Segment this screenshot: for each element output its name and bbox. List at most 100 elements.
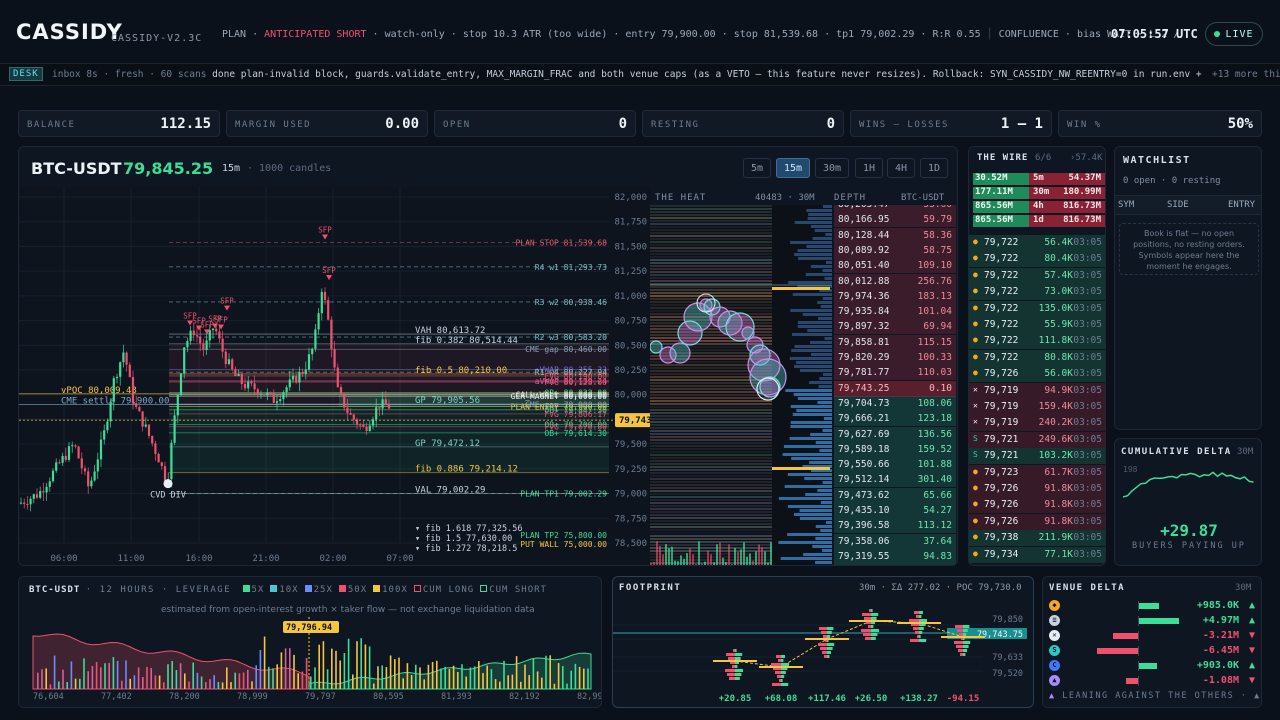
order-book-row[interactable]: 80,051.40 109.10	[834, 258, 956, 274]
timeframe-button-4H[interactable]: 4H	[887, 158, 915, 178]
venue-row[interactable]: ◆ +985.0K ▲	[1043, 599, 1261, 613]
wire-trade-row[interactable]: ● 79,734 77.1K 03:05	[969, 546, 1105, 563]
footprint-chart[interactable]: 79,850 79,743.75 79,633 79,520 +20.85 +68.08 +…	[613, 597, 1034, 708]
order-book-row[interactable]: 79,473.62 65.66	[834, 487, 956, 504]
col-side[interactable]: SIDE	[1167, 200, 1189, 210]
timeframe-button-1D[interactable]: 1D	[920, 158, 948, 178]
depth-title: DEPTH	[834, 193, 867, 203]
order-book-row[interactable]: 79,858.81 115.15	[834, 334, 956, 351]
liquidation-chart[interactable]: 79,796.94 76,604 77,402 78,200 78,999 79,797 8…	[19, 617, 602, 708]
wire-price: 79,719	[984, 401, 1019, 412]
wire-trade-row[interactable]: ✕ 79,719 240.2K 03:05	[969, 415, 1105, 432]
order-book-row[interactable]: 80,089.92 58.75	[834, 242, 956, 259]
liq-legend-item[interactable]: CUM LONG	[413, 585, 474, 595]
col-sym[interactable]: SYM	[1118, 200, 1134, 210]
venue-row[interactable]: ≡ +4.97M ▲	[1043, 614, 1261, 628]
liq-bar	[53, 655, 56, 689]
wire-trade-row[interactable]: ● 79,738 211.9K 03:05	[969, 530, 1105, 547]
wire-trade-row[interactable]: ● 79,722 56.4K 03:05	[969, 235, 1105, 251]
order-book-row[interactable]: 80,166.95 59.79	[834, 212, 956, 228]
order-book-row[interactable]: 79,512.14 301.40	[834, 472, 956, 488]
wire-trade-row[interactable]: ● 79,722 55.9K 03:05	[969, 317, 1105, 333]
timeframe-button-1H[interactable]: 1H	[855, 158, 883, 178]
liq-bar	[100, 667, 102, 689]
wire-trade-row[interactable]: ● 79,722 73.0K 03:05	[969, 284, 1105, 301]
order-book-row[interactable]: 79,589.18 159.52	[834, 441, 956, 458]
wire-trade-row[interactable]: ✕ 79,719 159.4K 03:05	[969, 399, 1105, 415]
sfp-label: SFP	[214, 315, 228, 324]
candlestick-chart[interactable]: 82,000 81,750 81,500 81,250 81,000 80,750 80,5…	[19, 187, 651, 566]
liq-legend-item[interactable]: 25X	[304, 585, 333, 595]
footprint-candle[interactable]	[713, 649, 757, 680]
wire-trade-row[interactable]: ● 79,722 80.4K 03:05	[969, 251, 1105, 268]
liq-bar	[238, 673, 241, 689]
timeframe-button-30m[interactable]: 30m	[815, 158, 849, 178]
liq-bar	[226, 667, 228, 689]
order-book-row[interactable]: 79,743.25 0.10	[834, 380, 956, 397]
watchlist-panel: WATCHLIST 0 open · 0 resting SYM SIDE EN…	[1114, 146, 1262, 430]
order-book-row[interactable]: 79,319.55 94.83	[834, 548, 956, 565]
venue-row[interactable]: ▲ -1.08M ▼	[1043, 674, 1261, 688]
order-book-row[interactable]: 79,627.69 136.56	[834, 426, 956, 443]
live-button[interactable]: LIVE	[1205, 22, 1263, 46]
wire-trade-row[interactable]: ● 79,722 135.0K 03:05	[969, 300, 1105, 317]
wire-trade-row[interactable]: ● 79,726 56.0K 03:05	[969, 366, 1105, 383]
desk-tag[interactable]: DESK	[9, 67, 43, 81]
wire-trade-row[interactable]: ✕ 79,719 94.9K 03:05	[969, 382, 1105, 399]
heatmap[interactable]	[650, 205, 832, 566]
footprint-candle[interactable]	[805, 627, 849, 658]
wire-trade-row[interactable]: ● 79,722 111.8K 03:05	[969, 333, 1105, 350]
wire-trade-row[interactable]: ● 79,722 57.4K 03:05	[969, 267, 1105, 284]
order-book-row[interactable]: 80,128.44 58.36	[834, 227, 956, 244]
venue-zero-line	[1138, 631, 1139, 641]
liq-bar	[574, 663, 577, 689]
timeframe-button-5m[interactable]: 5m	[743, 158, 771, 178]
wire-filter[interactable]: ›57.4K	[1070, 153, 1103, 163]
liq-legend-item[interactable]: 5X	[242, 585, 265, 595]
order-book-row[interactable]: 79,820.29 100.33	[834, 350, 956, 366]
wire-trade-row[interactable]: S 79,721 249.6K 03:05	[969, 431, 1105, 448]
order-book-row[interactable]: 79,396.58 113.12	[834, 518, 956, 534]
order-book-row[interactable]: 79,358.06 37.64	[834, 533, 956, 550]
arrow-up-icon: ▲	[1248, 615, 1255, 626]
wire-trade-row[interactable]: ● 79,726 91.8K 03:05	[969, 481, 1105, 497]
candle	[327, 296, 330, 321]
order-book-row[interactable]: 79,550.66 101.88	[834, 457, 956, 473]
book-size: 183.13	[917, 290, 952, 302]
wire-trade-row[interactable]: ● 79,726 91.8K 03:05	[969, 497, 1105, 514]
order-book-row[interactable]: 79,435.10 54.27	[834, 503, 956, 519]
liq-bar	[108, 662, 110, 689]
order-book-row[interactable]: 79,974.36 183.13	[834, 288, 956, 305]
order-book-row[interactable]: 79,704.73 108.06	[834, 395, 956, 412]
order-book-row[interactable]: 79,935.84 101.04	[834, 304, 956, 320]
liq-bar	[515, 656, 518, 689]
order-book-row[interactable]: 79,897.32 69.94	[834, 319, 956, 335]
venue-row[interactable]: ✕ -3.21M ▼	[1043, 629, 1261, 643]
wire-interval: 1d	[1033, 215, 1044, 225]
venue-row[interactable]: S -6.45M ▼	[1043, 644, 1261, 658]
liq-bar	[557, 663, 560, 689]
liq-legend-item[interactable]: 10X	[270, 585, 298, 595]
arrow-down-icon: ▼	[1248, 645, 1255, 656]
wire-trade-row[interactable]: S 79,721 103.2K 03:05	[969, 448, 1105, 465]
order-book-row[interactable]: 80,012.88 256.76	[834, 273, 956, 290]
ticker-more[interactable]: +13 more thi	[1208, 69, 1280, 80]
order-book-row[interactable]: 79,281.0382.29	[834, 564, 956, 565]
liq-legend-item[interactable]: 100X	[373, 585, 408, 595]
liq-legend-item[interactable]: 50X	[338, 585, 367, 595]
venue-row[interactable]: C +903.0K ▲	[1043, 659, 1261, 673]
liq-bar	[41, 669, 43, 689]
order-book-row[interactable]: 79,666.21 123.18	[834, 411, 956, 427]
order-book-row[interactable]: 79,781.77 110.03	[834, 365, 956, 381]
liq-bar	[478, 661, 480, 689]
col-entry[interactable]: ENTRY	[1228, 200, 1255, 210]
y-tick-label: 80,750	[614, 317, 647, 327]
stat-value: 1 – 1	[1000, 116, 1043, 132]
wire-trade-row[interactable]: ● 79,722 80.8K 03:05	[969, 349, 1105, 366]
wire-trade-row[interactable]: ● 79,726 91.8K 03:05	[969, 513, 1105, 530]
timeframe-button-15m[interactable]: 15m	[776, 158, 810, 178]
liq-legend-item[interactable]: CUM SHORT	[480, 585, 547, 595]
liq-bar	[457, 672, 459, 689]
footprint-candle[interactable]	[897, 611, 941, 642]
wire-trade-row[interactable]: ● 79,723 61.7K 03:05	[969, 464, 1105, 481]
